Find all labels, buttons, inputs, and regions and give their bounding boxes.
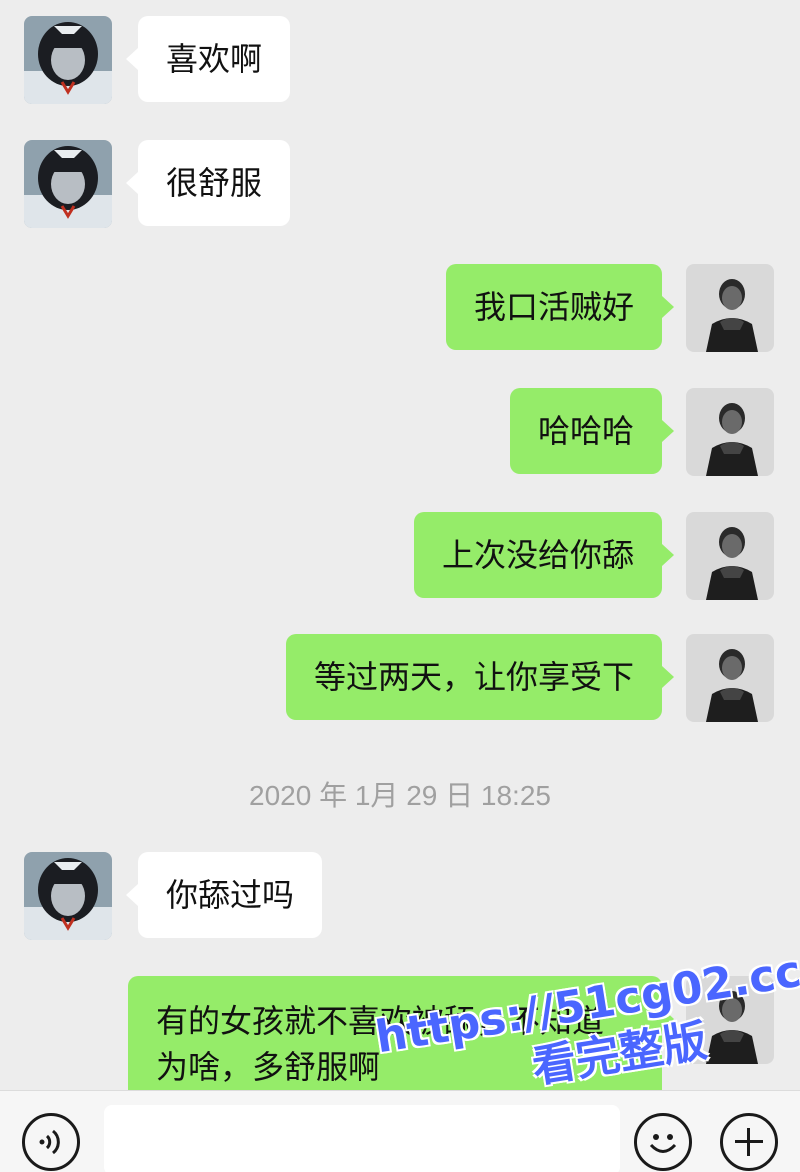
incoming-message-bubble[interactable]: 你舔过吗 xyxy=(125,852,323,938)
voice-button[interactable] xyxy=(22,1113,80,1171)
incoming-message-bubble[interactable]: 很舒服 xyxy=(125,140,291,226)
girl-avatar-icon xyxy=(24,140,112,228)
self-avatar[interactable] xyxy=(686,512,774,600)
man-avatar-icon xyxy=(686,634,774,722)
message-text: 上次没给你舔 xyxy=(441,536,634,574)
contact-avatar[interactable] xyxy=(24,852,112,940)
chat-area[interactable]: 喜欢啊 很舒服 我口活贼好 哈哈哈 上次没给你舔 等过两天，让你享受下 2020… xyxy=(0,0,800,1090)
message-timestamp: 2020 年 1月 29 日 18:25 xyxy=(249,780,551,811)
outgoing-message-bubble[interactable]: 哈哈哈 xyxy=(509,388,675,474)
self-avatar[interactable] xyxy=(686,634,774,722)
message-text: 哈哈哈 xyxy=(537,412,634,450)
message-text: 等过两天，让你享受下 xyxy=(313,658,634,696)
incoming-message-bubble[interactable]: 喜欢啊 xyxy=(125,16,291,102)
outgoing-message-bubble[interactable]: 我口活贼好 xyxy=(445,264,675,350)
self-avatar[interactable] xyxy=(686,388,774,476)
outgoing-message-bubble[interactable]: 等过两天，让你享受下 xyxy=(285,634,675,720)
man-avatar-icon xyxy=(686,388,774,476)
man-avatar-icon xyxy=(686,264,774,352)
contact-avatar[interactable] xyxy=(24,16,112,104)
voice-icon xyxy=(39,1129,60,1155)
more-options-button[interactable] xyxy=(720,1113,778,1171)
contact-avatar[interactable] xyxy=(24,140,112,228)
message-text: 你舔过吗 xyxy=(166,876,295,914)
girl-avatar-icon xyxy=(24,852,112,940)
girl-avatar-icon xyxy=(24,16,112,104)
self-avatar[interactable] xyxy=(686,264,774,352)
message-text: 喜欢啊 xyxy=(166,40,263,78)
outgoing-message-bubble[interactable]: 上次没给你舔 xyxy=(413,512,675,598)
message-text: 很舒服 xyxy=(166,164,263,202)
message-text: 我口活贼好 xyxy=(473,288,634,326)
man-avatar-icon xyxy=(686,512,774,600)
